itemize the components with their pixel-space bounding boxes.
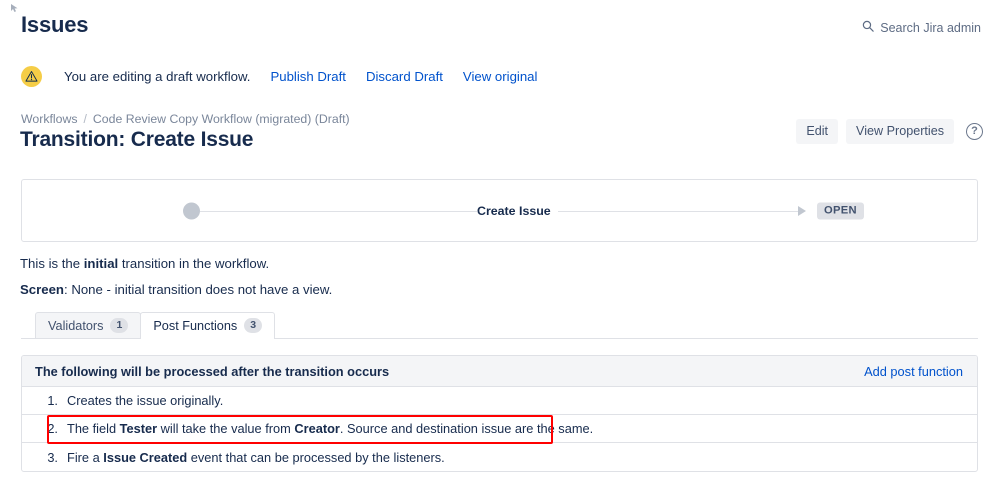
row-text: Fire a Issue Created event that can be p…: [67, 450, 445, 465]
row-text-pre: Creates the issue originally.: [67, 393, 224, 408]
tab-validators-count: 1: [110, 318, 129, 333]
transition-tabs: Validators 1 Post Functions 3: [35, 312, 276, 340]
row-text-bold1: Tester: [119, 421, 158, 436]
breadcrumb-current: Code Review Copy Workflow (migrated) (Dr…: [92, 112, 350, 126]
publish-draft-link[interactable]: Publish Draft: [270, 69, 346, 84]
arrow-head-icon: [798, 205, 806, 216]
discard-draft-link[interactable]: Discard Draft: [366, 69, 443, 84]
transition-line-left: [200, 210, 477, 212]
post-functions-table-header: The following will be processed after th…: [22, 356, 977, 387]
tab-post-functions-label: Post Functions: [153, 318, 238, 333]
edit-button[interactable]: Edit: [796, 119, 839, 144]
row-text-pre: Fire a: [67, 449, 104, 465]
search-icon: [862, 20, 874, 35]
page-title: Issues: [21, 12, 89, 37]
table-row[interactable]: 2. The field Tester will take the value …: [22, 415, 977, 443]
admin-search-button[interactable]: Search Jira admin: [862, 20, 981, 35]
status-badge-open[interactable]: OPEN: [817, 202, 864, 219]
row-number: 3.: [47, 449, 58, 465]
tab-post-functions[interactable]: Post Functions 3: [140, 312, 276, 340]
admin-search-label: Search Jira admin: [880, 20, 981, 35]
screen-note: Screen: None - initial transition does n…: [20, 282, 332, 297]
transition-diagram-panel: Create Issue OPEN: [21, 179, 978, 242]
initial-note-suffix: transition in the workflow.: [118, 256, 270, 271]
tab-validators[interactable]: Validators 1: [35, 312, 142, 339]
row-text: Creates the issue originally.: [67, 393, 223, 408]
table-row[interactable]: 1. Creates the issue originally.: [22, 387, 977, 415]
screen-note-label: Screen: [20, 282, 64, 297]
warning-icon: [21, 65, 42, 87]
add-post-function-link[interactable]: Add post function: [864, 364, 963, 379]
view-properties-button[interactable]: View Properties: [846, 119, 954, 144]
breadcrumb-separator: /: [83, 112, 87, 126]
draft-workflow-banner: You are editing a draft workflow. Publis…: [21, 62, 537, 90]
app-root: Issues Search Jira admin You are editing…: [0, 0, 999, 500]
initial-note-prefix: This is the: [20, 256, 84, 271]
post-functions-header-title: The following will be processed after th…: [35, 363, 390, 379]
initial-state-dot: [183, 202, 200, 219]
row-text-bold2: Creator: [294, 421, 340, 436]
row-text-mid: will take the value from: [157, 421, 295, 436]
breadcrumb: Workflows / Code Review Copy Workflow (mig…: [21, 112, 350, 126]
cursor-artifact: [10, 0, 20, 12]
tab-post-functions-count: 3: [244, 318, 263, 333]
transition-title: Transition: Create Issue: [20, 128, 254, 151]
help-icon[interactable]: ?: [966, 123, 983, 140]
initial-note-bold: initial: [83, 256, 119, 271]
view-original-link[interactable]: View original: [463, 69, 538, 84]
row-number: 2.: [47, 421, 58, 436]
row-text-mid: event that can be processed by the liste…: [187, 449, 445, 465]
draft-banner-message: You are editing a draft workflow.: [64, 68, 251, 84]
tab-validators-label: Validators: [48, 318, 104, 333]
row-text-bold1: Issue Created: [103, 449, 188, 465]
transition-line-right: [558, 210, 798, 212]
initial-transition-note: This is the initial transition in the wo…: [20, 256, 269, 271]
row-text-post: . Source and destination issue are the s…: [339, 421, 594, 436]
row-number: 1.: [47, 393, 58, 408]
post-functions-table: The following will be processed after th…: [21, 355, 978, 472]
screen-note-value: : None - initial transition does not hav…: [64, 282, 333, 297]
header-actions: Edit View Properties ?: [796, 119, 983, 144]
transition-edge-label: Create Issue: [477, 203, 551, 218]
table-row[interactable]: 3. Fire a Issue Created event that can b…: [22, 443, 977, 471]
row-text: The field Tester will take the value fro…: [67, 421, 593, 436]
row-text-pre: The field: [67, 421, 120, 436]
breadcrumb-workflows-link[interactable]: Workflows: [21, 112, 77, 126]
